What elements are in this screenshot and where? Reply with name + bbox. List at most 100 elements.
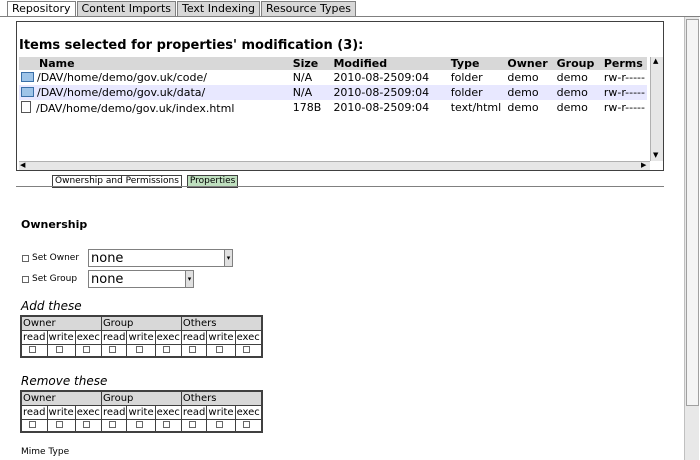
add-group-write-checkbox[interactable] xyxy=(136,346,144,353)
row-type: folder xyxy=(450,71,483,84)
remove-group-read-checkbox[interactable] xyxy=(109,421,117,428)
row-name: /DAV/home/demo/gov.uk/index.html xyxy=(36,101,235,115)
add-group-exec-checkbox[interactable] xyxy=(163,346,171,353)
row-name: /DAV/home/demo/gov.uk/code/ xyxy=(37,71,207,84)
selected-items-table: Name Size Modified Type Owner Group Perm… xyxy=(19,57,647,115)
remove-owner-header: Owner xyxy=(21,391,102,406)
row-type: text/html xyxy=(450,101,502,114)
table-vertical-scrollbar[interactable]: ▲ ▼ xyxy=(650,57,663,161)
perm-label: exec xyxy=(154,405,182,420)
add-owner-read-checkbox[interactable] xyxy=(29,346,37,353)
table-row[interactable]: /DAV/home/demo/gov.uk/data/ N/A 2010-08-… xyxy=(19,85,647,100)
row-size: N/A xyxy=(290,85,332,100)
row-modified: 2010-08-2509:04 xyxy=(331,85,449,100)
perm-cell xyxy=(154,344,182,357)
perm-label: write xyxy=(46,405,76,420)
row-group: demo xyxy=(556,71,588,84)
remove-owner-read-checkbox[interactable] xyxy=(29,421,37,428)
perm-cell xyxy=(234,419,262,432)
add-owner-write-checkbox[interactable] xyxy=(56,346,64,353)
perm-label: exec xyxy=(154,330,182,345)
perm-label: read xyxy=(100,330,128,345)
add-others-read-checkbox[interactable] xyxy=(189,346,197,353)
remove-group-write-checkbox[interactable] xyxy=(136,421,144,428)
remove-others-exec-checkbox[interactable] xyxy=(243,421,251,428)
chevron-down-icon[interactable]: ▾ xyxy=(224,250,232,266)
remove-others-header: Others xyxy=(180,391,262,406)
col-modified[interactable]: Modified xyxy=(331,57,449,70)
row-group: demo xyxy=(556,101,588,114)
perm-cell xyxy=(180,344,208,357)
perm-cell xyxy=(74,344,102,357)
perm-cell xyxy=(126,344,156,357)
remove-group-exec-checkbox[interactable] xyxy=(163,421,171,428)
owner-select-value: none xyxy=(91,251,124,266)
table-row[interactable]: /DAV/home/demo/gov.uk/code/ N/A 2010-08-… xyxy=(19,70,647,85)
row-size: N/A xyxy=(292,71,313,84)
perm-cell xyxy=(180,419,208,432)
set-owner-label: Set Owner xyxy=(32,253,80,263)
tab-resource-types[interactable]: Resource Types xyxy=(261,1,356,17)
perm-cell xyxy=(100,344,128,357)
scroll-right-icon[interactable]: ▶ xyxy=(641,162,646,169)
perm-cell xyxy=(206,419,236,432)
tab-repository[interactable]: Repository xyxy=(7,1,76,17)
col-type[interactable]: Type xyxy=(448,57,506,70)
perm-label: write xyxy=(46,330,76,345)
row-owner: demo xyxy=(505,85,555,100)
row-name: /DAV/home/demo/gov.uk/data/ xyxy=(37,86,206,99)
perm-label: read xyxy=(21,330,48,345)
remove-owner-write-checkbox[interactable] xyxy=(56,421,64,428)
perm-label: exec xyxy=(74,405,102,420)
perm-label: write xyxy=(126,330,156,345)
perm-label: read xyxy=(100,405,128,420)
row-modified: 2010-08-2509:04 xyxy=(333,101,430,114)
table-row[interactable]: /DAV/home/demo/gov.uk/index.html 178B 20… xyxy=(19,100,647,115)
row-perms: rw-r----- xyxy=(603,71,645,84)
remove-owner-exec-checkbox[interactable] xyxy=(83,421,91,428)
perm-label: exec xyxy=(234,330,262,345)
tab-content-imports[interactable]: Content Imports xyxy=(76,1,176,17)
row-owner: demo xyxy=(507,101,539,114)
set-owner-checkbox[interactable] xyxy=(22,254,29,262)
remove-these-title: Remove these xyxy=(21,374,108,388)
remove-group-header: Group xyxy=(100,391,182,406)
row-type: folder xyxy=(448,85,506,100)
group-select[interactable]: none ▾ xyxy=(88,270,194,288)
col-name[interactable]: Name xyxy=(19,57,291,70)
add-group-read-checkbox[interactable] xyxy=(109,346,117,353)
col-owner[interactable]: Owner xyxy=(505,57,555,70)
add-owner-exec-checkbox[interactable] xyxy=(83,346,91,353)
remove-others-write-checkbox[interactable] xyxy=(215,421,223,428)
row-owner: demo xyxy=(507,71,539,84)
scroll-down-icon[interactable]: ▼ xyxy=(653,152,658,159)
remove-others-read-checkbox[interactable] xyxy=(189,421,197,428)
set-group-checkbox[interactable] xyxy=(22,275,29,283)
perm-label: read xyxy=(180,405,208,420)
col-perms[interactable]: Perms xyxy=(601,57,647,70)
page-scrollbar-thumb[interactable] xyxy=(686,19,699,406)
chevron-down-icon[interactable]: ▾ xyxy=(185,271,193,287)
tab-divider xyxy=(0,16,700,17)
scroll-left-icon[interactable]: ◀ xyxy=(20,162,25,169)
perm-label: read xyxy=(21,405,48,420)
add-others-exec-checkbox[interactable] xyxy=(243,346,251,353)
owner-select[interactable]: none ▾ xyxy=(88,249,233,267)
table-horizontal-scrollbar[interactable]: ◀ ▶ xyxy=(19,161,650,170)
perm-label: write xyxy=(126,405,156,420)
file-icon xyxy=(21,100,31,113)
selected-items-panel: Items selected for properties' modificat… xyxy=(16,21,664,171)
tab-text-indexing[interactable]: Text Indexing xyxy=(176,1,261,17)
scroll-up-icon[interactable]: ▲ xyxy=(653,58,658,65)
perm-cell xyxy=(46,344,76,357)
subtab-divider xyxy=(16,186,664,187)
perm-label: exec xyxy=(74,330,102,345)
col-size[interactable]: Size xyxy=(290,57,332,70)
perm-label: read xyxy=(180,330,208,345)
page-scrollbar[interactable] xyxy=(684,17,699,460)
ownership-title: Ownership xyxy=(21,218,88,231)
add-these-title: Add these xyxy=(21,299,82,313)
add-others-write-checkbox[interactable] xyxy=(215,346,223,353)
perm-cell xyxy=(234,344,262,357)
col-group[interactable]: Group xyxy=(554,57,602,70)
